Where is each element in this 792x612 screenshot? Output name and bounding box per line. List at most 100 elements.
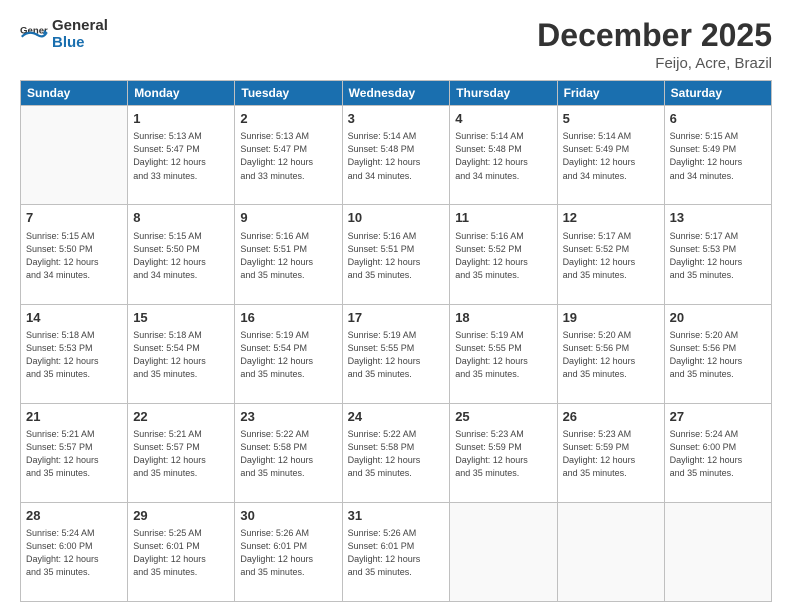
calendar-cell: 18 Sunrise: 5:19 AM Sunset: 5:55 PM Dayli…	[450, 304, 557, 403]
day-info: Sunrise: 5:26 AM Sunset: 6:01 PM Dayligh…	[240, 527, 336, 579]
calendar-cell: 7 Sunrise: 5:15 AM Sunset: 5:50 PM Daylig…	[21, 205, 128, 304]
calendar-cell: 9 Sunrise: 5:16 AM Sunset: 5:51 PM Daylig…	[235, 205, 342, 304]
calendar-cell: 28 Sunrise: 5:24 AM Sunset: 6:00 PM Dayli…	[21, 502, 128, 601]
month-title: December 2025	[537, 18, 772, 53]
day-info: Sunrise: 5:13 AM Sunset: 5:47 PM Dayligh…	[240, 130, 336, 182]
calendar-cell: 21 Sunrise: 5:21 AM Sunset: 5:57 PM Dayli…	[21, 403, 128, 502]
calendar-cell	[450, 502, 557, 601]
day-info: Sunrise: 5:19 AM Sunset: 5:55 PM Dayligh…	[348, 329, 445, 381]
day-info: Sunrise: 5:25 AM Sunset: 6:01 PM Dayligh…	[133, 527, 229, 579]
calendar-week-row: 1 Sunrise: 5:13 AM Sunset: 5:47 PM Daylig…	[21, 106, 772, 205]
day-number: 19	[563, 309, 659, 327]
day-info: Sunrise: 5:15 AM Sunset: 5:50 PM Dayligh…	[133, 230, 229, 282]
day-number: 24	[348, 408, 445, 426]
page: General General Blue December 2025 Feijo…	[0, 0, 792, 612]
calendar-cell: 6 Sunrise: 5:15 AM Sunset: 5:49 PM Daylig…	[664, 106, 771, 205]
day-number: 8	[133, 209, 229, 227]
weekday-header-tuesday: Tuesday	[235, 81, 342, 106]
day-info: Sunrise: 5:21 AM Sunset: 5:57 PM Dayligh…	[133, 428, 229, 480]
day-info: Sunrise: 5:24 AM Sunset: 6:00 PM Dayligh…	[670, 428, 766, 480]
header: General General Blue December 2025 Feijo…	[20, 18, 772, 72]
calendar-table: SundayMondayTuesdayWednesdayThursdayFrid…	[20, 80, 772, 602]
day-info: Sunrise: 5:26 AM Sunset: 6:01 PM Dayligh…	[348, 527, 445, 579]
calendar-cell: 2 Sunrise: 5:13 AM Sunset: 5:47 PM Daylig…	[235, 106, 342, 205]
calendar-cell: 1Sunrise: 5:13 AM Sunset: 5:47 PM Daylig…	[128, 106, 235, 205]
day-number: 29	[133, 507, 229, 525]
day-number: 31	[348, 507, 445, 525]
day-number: 6	[670, 110, 766, 128]
calendar-cell: 27Sunrise: 5:24 AM Sunset: 6:00 PM Dayli…	[664, 403, 771, 502]
day-number: 3	[348, 110, 445, 128]
day-number: 1	[133, 110, 229, 128]
calendar-cell: 25 Sunrise: 5:23 AM Sunset: 5:59 PM Dayli…	[450, 403, 557, 502]
day-number: 4	[455, 110, 551, 128]
day-number: 14	[26, 309, 122, 327]
day-number: 28	[26, 507, 122, 525]
day-number: 16	[240, 309, 336, 327]
day-info: Sunrise: 5:14 AM Sunset: 5:48 PM Dayligh…	[455, 130, 551, 182]
calendar-cell: 16 Sunrise: 5:19 AM Sunset: 5:54 PM Dayli…	[235, 304, 342, 403]
calendar-header: SundayMondayTuesdayWednesdayThursdayFrid…	[21, 81, 772, 106]
day-info: Sunrise: 5:17 AM Sunset: 5:52 PM Dayligh…	[563, 230, 659, 282]
day-info: Sunrise: 5:16 AM Sunset: 5:51 PM Dayligh…	[348, 230, 445, 282]
day-info: Sunrise: 5:19 AM Sunset: 5:54 PM Dayligh…	[240, 329, 336, 381]
day-number: 13	[670, 209, 766, 227]
day-number: 26	[563, 408, 659, 426]
day-info: Sunrise: 5:16 AM Sunset: 5:52 PM Dayligh…	[455, 230, 551, 282]
day-info: Sunrise: 5:22 AM Sunset: 5:58 PM Dayligh…	[348, 428, 445, 480]
calendar-cell	[557, 502, 664, 601]
day-number: 5	[563, 110, 659, 128]
day-number: 18	[455, 309, 551, 327]
calendar-cell: 10 Sunrise: 5:16 AM Sunset: 5:51 PM Dayli…	[342, 205, 450, 304]
day-number: 15	[133, 309, 229, 327]
day-info: Sunrise: 5:14 AM Sunset: 5:48 PM Dayligh…	[348, 130, 445, 182]
calendar-cell	[664, 502, 771, 601]
day-number: 22	[133, 408, 229, 426]
day-info: Sunrise: 5:23 AM Sunset: 5:59 PM Dayligh…	[455, 428, 551, 480]
day-number: 7	[26, 209, 122, 227]
day-info: Sunrise: 5:24 AM Sunset: 6:00 PM Dayligh…	[26, 527, 122, 579]
day-number: 12	[563, 209, 659, 227]
calendar-cell: 23Sunrise: 5:22 AM Sunset: 5:58 PM Dayli…	[235, 403, 342, 502]
day-number: 25	[455, 408, 551, 426]
calendar-cell: 31 Sunrise: 5:26 AM Sunset: 6:01 PM Dayli…	[342, 502, 450, 601]
calendar-cell: 4 Sunrise: 5:14 AM Sunset: 5:48 PM Daylig…	[450, 106, 557, 205]
day-info: Sunrise: 5:18 AM Sunset: 5:54 PM Dayligh…	[133, 329, 229, 381]
day-info: Sunrise: 5:20 AM Sunset: 5:56 PM Dayligh…	[563, 329, 659, 381]
day-number: 30	[240, 507, 336, 525]
calendar-cell: 3 Sunrise: 5:14 AM Sunset: 5:48 PM Daylig…	[342, 106, 450, 205]
calendar-week-row: 14 Sunrise: 5:18 AM Sunset: 5:53 PM Dayli…	[21, 304, 772, 403]
calendar-cell: 11 Sunrise: 5:16 AM Sunset: 5:52 PM Dayli…	[450, 205, 557, 304]
calendar-body: 1 Sunrise: 5:13 AM Sunset: 5:47 PM Daylig…	[21, 106, 772, 602]
calendar-cell: 8 Sunrise: 5:15 AM Sunset: 5:50 PM Daylig…	[128, 205, 235, 304]
day-number: 11	[455, 209, 551, 227]
calendar-cell: 24 Sunrise: 5:22 AM Sunset: 5:58 PM Dayli…	[342, 403, 450, 502]
calendar-cell: 30 Sunrise: 5:26 AM Sunset: 6:01 PM Dayli…	[235, 502, 342, 601]
day-info: Sunrise: 5:18 AM Sunset: 5:53 PM Dayligh…	[26, 329, 122, 381]
day-number: 10	[348, 209, 445, 227]
weekday-header-friday: Friday	[557, 81, 664, 106]
day-info: Sunrise: 5:14 AM Sunset: 5:49 PM Dayligh…	[563, 130, 659, 182]
day-number: 21	[26, 408, 122, 426]
calendar-cell: 26 Sunrise: 5:23 AM Sunset: 5:59 PM Dayli…	[557, 403, 664, 502]
weekday-header-saturday: Saturday	[664, 81, 771, 106]
calendar-cell: 29 Sunrise: 5:25 AM Sunset: 6:01 PM Dayli…	[128, 502, 235, 601]
weekday-header-thursday: Thursday	[450, 81, 557, 106]
weekday-header-monday: Monday	[128, 81, 235, 106]
day-info: Sunrise: 5:20 AM Sunset: 5:56 PM Dayligh…	[670, 329, 766, 381]
calendar-cell: 5 Sunrise: 5:14 AM Sunset: 5:49 PM Daylig…	[557, 106, 664, 205]
day-number: 9	[240, 209, 336, 227]
title-block: December 2025 Feijo, Acre, Brazil	[537, 18, 772, 72]
calendar-cell: 12 Sunrise: 5:17 AM Sunset: 5:52 PM Dayli…	[557, 205, 664, 304]
calendar-cell	[21, 106, 128, 205]
day-info: Sunrise: 5:23 AM Sunset: 5:59 PM Dayligh…	[563, 428, 659, 480]
day-info: Sunrise: 5:16 AM Sunset: 5:51 PM Dayligh…	[240, 230, 336, 282]
day-info: Sunrise: 5:21 AM Sunset: 5:57 PM Dayligh…	[26, 428, 122, 480]
day-info: Sunrise: 5:15 AM Sunset: 5:50 PM Dayligh…	[26, 230, 122, 282]
weekday-header-sunday: Sunday	[21, 81, 128, 106]
day-info: Sunrise: 5:15 AM Sunset: 5:49 PM Dayligh…	[670, 130, 766, 182]
day-info: Sunrise: 5:17 AM Sunset: 5:53 PM Dayligh…	[670, 230, 766, 282]
day-number: 2	[240, 110, 336, 128]
day-info: Sunrise: 5:19 AM Sunset: 5:55 PM Dayligh…	[455, 329, 551, 381]
day-info: Sunrise: 5:22 AM Sunset: 5:58 PM Dayligh…	[240, 428, 336, 480]
